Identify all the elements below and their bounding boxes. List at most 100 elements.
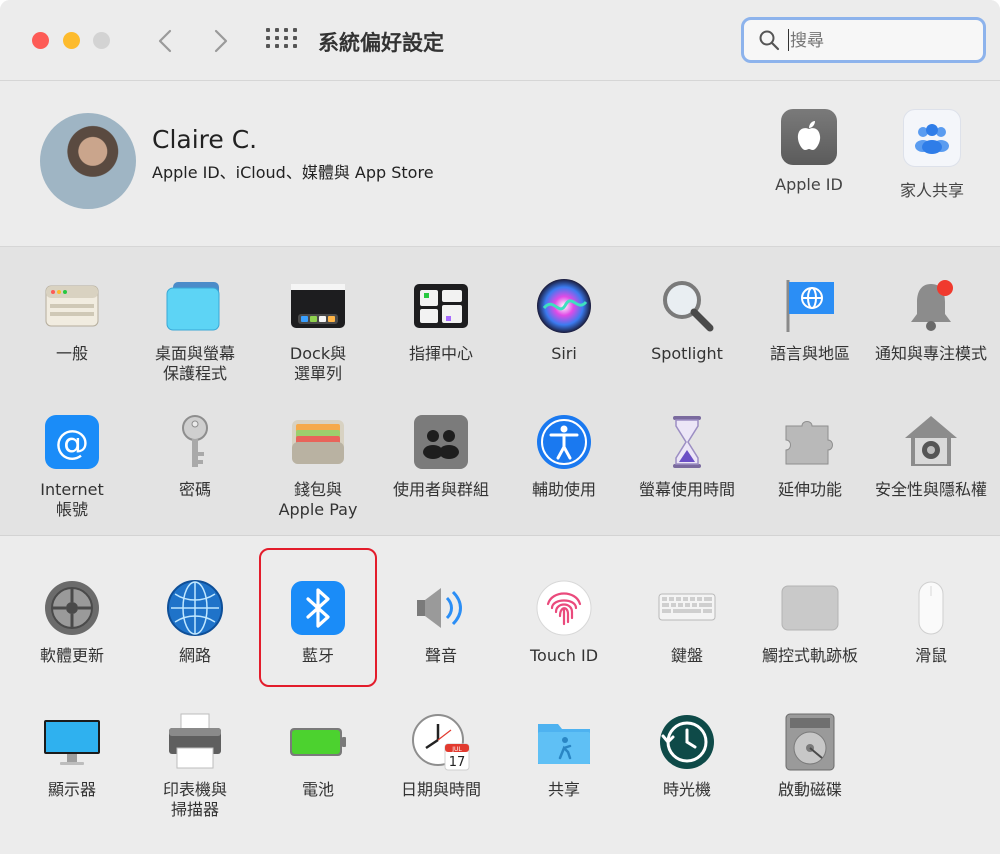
pane-screen-time[interactable]: 螢幕使用時間: [627, 412, 747, 500]
close-window-button[interactable]: [32, 32, 49, 49]
highlight-box: [259, 548, 377, 687]
sound-icon: [411, 578, 471, 638]
passwords-key-icon: [165, 412, 225, 472]
pane-label: 語言與地區: [769, 344, 850, 363]
pane-label: 網路: [178, 646, 211, 665]
forward-button[interactable]: [206, 26, 236, 56]
pane-dock-menubar[interactable]: Dock與 選單列: [258, 276, 378, 384]
calendar-month: JUL: [451, 746, 462, 753]
pane-sound[interactable]: 聲音: [381, 578, 501, 666]
pane-software-update[interactable]: 軟體更新: [12, 578, 132, 666]
dock-menubar-icon: [288, 276, 348, 336]
pane-label: 輔助使用: [531, 480, 596, 499]
pane-network[interactable]: 網路: [135, 578, 255, 666]
window-title: 系統偏好設定: [318, 31, 444, 55]
pane-mouse[interactable]: 滑鼠: [871, 578, 991, 666]
chevron-left-icon: [158, 29, 172, 53]
family-sharing-icon: [903, 109, 961, 167]
printers-scanners-icon: [165, 712, 225, 772]
family-sharing-pane[interactable]: 家人共享: [877, 109, 987, 201]
date-time-icon: JUL 17: [411, 712, 471, 772]
search-icon: [759, 30, 780, 51]
back-button[interactable]: [150, 26, 180, 56]
extensions-icon: [780, 412, 840, 472]
zoom-window-button[interactable]: [93, 32, 110, 49]
pane-passwords[interactable]: 密碼: [135, 412, 255, 500]
pane-label: 顯示器: [47, 780, 96, 799]
search-field[interactable]: [741, 17, 986, 63]
pane-label: 鍵盤: [670, 646, 703, 665]
pane-siri[interactable]: Siri: [504, 276, 624, 364]
siri-icon: [534, 276, 594, 336]
apple-id-pane[interactable]: Apple ID: [754, 109, 864, 194]
pane-label: 錢包與 Apple Pay: [278, 480, 358, 519]
pane-keyboard[interactable]: 鍵盤: [627, 578, 747, 666]
avatar[interactable]: [40, 113, 136, 209]
pane-label: 指揮中心: [408, 344, 473, 363]
pane-notifications[interactable]: 通知與專注模式: [871, 276, 991, 364]
family-sharing-label: 家人共享: [899, 181, 964, 200]
pane-printers-scanners[interactable]: 印表機與 掃描器: [135, 712, 255, 820]
pane-general[interactable]: 一般: [12, 276, 132, 364]
pane-security-privacy[interactable]: 安全性與隱私權: [871, 412, 991, 500]
sharing-icon: [534, 712, 594, 772]
pane-mission-control[interactable]: 指揮中心: [381, 276, 501, 364]
pane-label: 桌面與螢幕 保護程式: [154, 344, 235, 383]
chevron-right-icon: [214, 29, 228, 53]
account-section: Claire C. Apple ID、iCloud、媒體與 App Store …: [0, 81, 1000, 247]
calendar-day: 17: [449, 755, 466, 770]
accessibility-icon: [534, 412, 594, 472]
pane-label: 軟體更新: [39, 646, 104, 665]
notifications-icon: [901, 276, 961, 336]
minimize-window-button[interactable]: [63, 32, 80, 49]
pane-startup-disk[interactable]: 啟動磁碟: [750, 712, 870, 800]
keyboard-icon: [657, 578, 717, 638]
pane-battery[interactable]: 電池: [258, 712, 378, 800]
pane-label: Internet 帳號: [40, 480, 104, 519]
pane-displays[interactable]: 顯示器: [12, 712, 132, 800]
pane-label: 通知與專注模式: [874, 344, 987, 363]
pane-time-machine[interactable]: 時光機: [627, 712, 747, 800]
pane-label: 一般: [55, 344, 88, 363]
account-subtitle[interactable]: Apple ID、iCloud、媒體與 App Store: [152, 159, 434, 183]
system-preferences-window: 系統偏好設定 Claire C. Apple ID、iCloud、媒體與 App…: [0, 0, 1000, 854]
pane-label: 印表機與 掃描器: [162, 780, 227, 819]
pane-label: 使用者與群組: [392, 480, 489, 499]
pane-desktop-screensaver[interactable]: 桌面與螢幕 保護程式: [135, 276, 255, 384]
wallet-icon: [288, 412, 348, 472]
pane-wallet-applepay[interactable]: 錢包與 Apple Pay: [258, 412, 378, 520]
pane-language-region[interactable]: 語言與地區: [750, 276, 870, 364]
displays-icon: [42, 712, 102, 772]
pane-label: 延伸功能: [777, 480, 842, 499]
pane-touch-id[interactable]: Touch ID: [504, 578, 624, 666]
show-all-grid-button[interactable]: [266, 28, 297, 52]
pane-label: 共享: [547, 780, 580, 799]
pane-spotlight[interactable]: Spotlight: [627, 276, 747, 364]
pane-label: 日期與時間: [400, 780, 481, 799]
pane-date-time[interactable]: JUL 17 日期與時間: [381, 712, 501, 800]
svg-text:@: @: [55, 423, 89, 463]
search-input[interactable]: [788, 29, 972, 53]
pane-label: 時光機: [662, 780, 711, 799]
spotlight-icon: [657, 276, 717, 336]
pane-sharing[interactable]: 共享: [504, 712, 624, 800]
desktop-screensaver-icon: [165, 276, 225, 336]
pane-internet-accounts[interactable]: @ Internet 帳號: [12, 412, 132, 520]
trackpad-icon: [780, 578, 840, 638]
users-groups-icon: [411, 412, 471, 472]
pane-label: 滑鼠: [914, 646, 947, 665]
apple-id-label: Apple ID: [775, 175, 843, 194]
language-region-icon: [780, 276, 840, 336]
pane-extensions[interactable]: 延伸功能: [750, 412, 870, 500]
mission-control-icon: [411, 276, 471, 336]
text-cursor: [788, 29, 789, 51]
pane-accessibility[interactable]: 輔助使用: [504, 412, 624, 500]
network-icon: [165, 578, 225, 638]
pane-label: Siri: [551, 344, 577, 363]
pane-users-groups[interactable]: 使用者與群組: [381, 412, 501, 500]
pane-trackpad[interactable]: 觸控式軌跡板: [750, 578, 870, 666]
screen-time-icon: [657, 412, 717, 472]
user-name[interactable]: Claire C.: [152, 125, 257, 154]
pane-label: Dock與 選單列: [289, 344, 347, 383]
toolbar: 系統偏好設定: [0, 0, 1000, 81]
